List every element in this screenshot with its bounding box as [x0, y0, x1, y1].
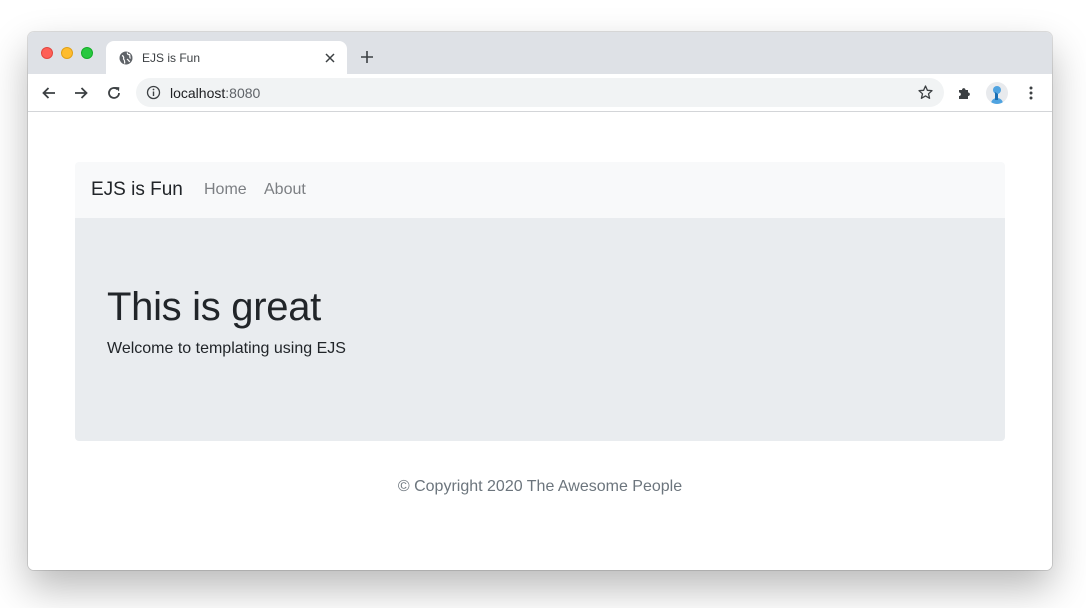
person-icon	[991, 86, 1003, 104]
zoom-window-button[interactable]	[81, 47, 93, 59]
reload-icon[interactable]	[105, 84, 123, 102]
jumbotron: This is great Welcome to templating usin…	[75, 218, 1005, 441]
navbar: EJS is Fun Home About	[75, 162, 1005, 218]
footer-copyright: © Copyright 2020 The Awesome People	[397, 478, 683, 495]
close-window-button[interactable]	[41, 47, 53, 59]
plus-icon[interactable]	[359, 49, 375, 65]
nav-link-about[interactable]: About	[264, 181, 306, 199]
page-title: This is great	[107, 285, 321, 329]
browser-tab[interactable]: EJS is Fun	[106, 41, 347, 74]
page-content: EJS is Fun Home About This is great Welc…	[28, 112, 1052, 570]
forward-arrow-icon[interactable]	[72, 84, 90, 102]
back-arrow-icon[interactable]	[40, 84, 58, 102]
close-icon[interactable]	[322, 50, 338, 66]
navbar-brand[interactable]: EJS is Fun	[91, 179, 183, 201]
extensions-icon[interactable]	[956, 84, 974, 102]
tab-bar: EJS is Fun	[28, 32, 1052, 74]
url-text[interactable]: localhost:8080	[170, 85, 260, 101]
nav-link-home[interactable]: Home	[204, 181, 247, 199]
star-icon[interactable]	[917, 84, 934, 101]
tab-title: EJS is Fun	[142, 51, 201, 65]
address-bar[interactable]: localhost:8080	[136, 78, 944, 107]
minimize-window-button[interactable]	[61, 47, 73, 59]
profile-avatar[interactable]	[986, 82, 1008, 104]
url-port: :8080	[225, 85, 261, 101]
info-icon[interactable]	[146, 85, 161, 100]
browser-toolbar: localhost:8080	[28, 74, 1052, 112]
browser-window: EJS is Fun localhost:8080 EJS is Fun Hom…	[28, 32, 1052, 570]
more-icon[interactable]	[1022, 84, 1040, 102]
lead-text: Welcome to templating using EJS	[107, 340, 346, 357]
url-host: localhost	[170, 85, 226, 101]
globe-icon	[119, 51, 133, 65]
